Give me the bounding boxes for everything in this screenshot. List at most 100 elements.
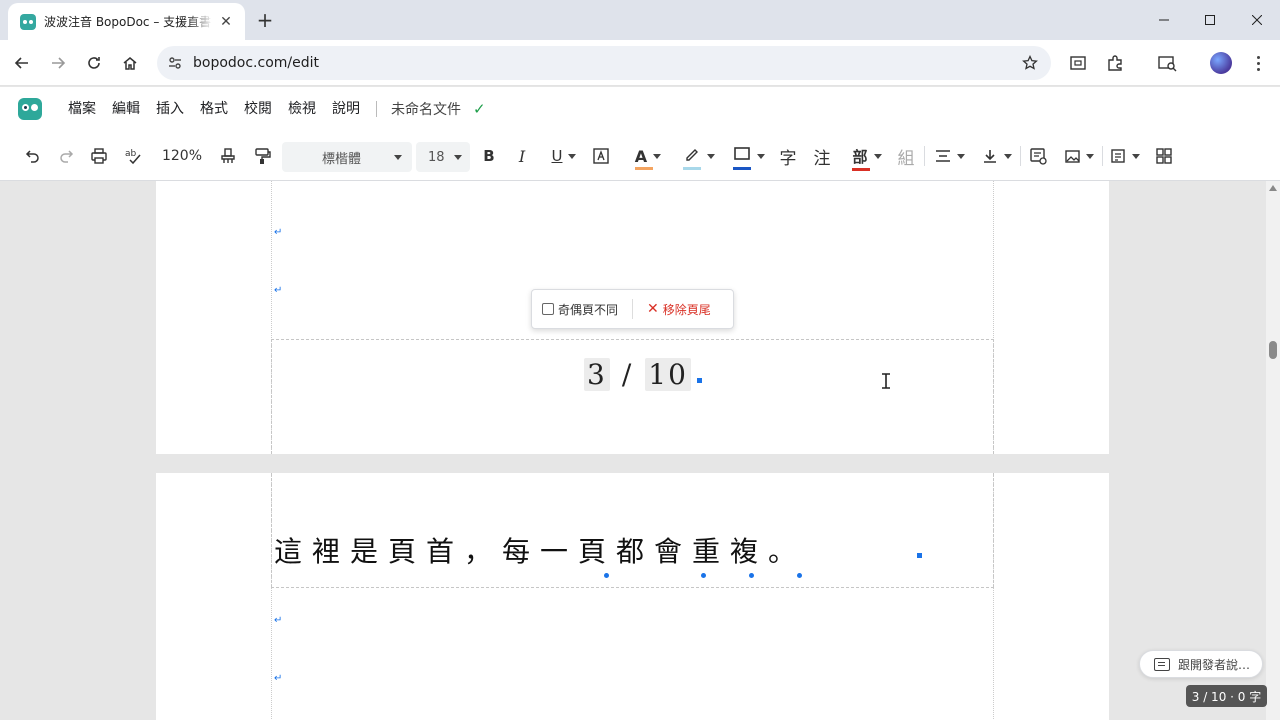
menu-format[interactable]: 格式: [192, 94, 236, 124]
chat-icon: [1154, 657, 1170, 671]
bopodoc-logo-icon[interactable]: [18, 98, 42, 120]
extensions-button[interactable]: [1101, 49, 1129, 77]
more-tools-button[interactable]: [1153, 143, 1175, 169]
redo-icon: [60, 150, 74, 163]
zhuyin-button[interactable]: 注: [811, 143, 833, 169]
menu-edit[interactable]: 編輯: [104, 94, 148, 124]
back-button[interactable]: [8, 49, 36, 77]
font-size-select[interactable]: 18: [416, 142, 470, 172]
puzzle-icon: [1108, 55, 1122, 71]
minimize-icon: [1159, 19, 1169, 21]
page-layout-button[interactable]: [1110, 143, 1140, 169]
page[interactable]: 這裡是頁首，每一頁都會重複。 ↵ ↵: [156, 473, 1109, 720]
radical-color-button[interactable]: 部: [846, 143, 888, 171]
popup-divider: [632, 299, 634, 319]
image-icon: [1065, 150, 1080, 163]
chevron-down-icon: [653, 153, 662, 159]
vertical-scrollbar[interactable]: [1266, 181, 1280, 720]
maximize-icon: [1205, 15, 1215, 25]
font-family-select[interactable]: 標楷體: [282, 142, 412, 172]
undo-icon: [25, 150, 39, 163]
header-text[interactable]: 這裡是頁首，每一頁都會重複。: [274, 530, 806, 570]
odd-even-checkbox[interactable]: [542, 303, 554, 315]
toolbar-divider: [924, 146, 925, 166]
address-bar[interactable]: bopodoc.com/edit: [157, 46, 1051, 80]
site-settings-icon[interactable]: [165, 53, 185, 73]
radical-icon: 部: [852, 146, 871, 171]
spellcheck-button[interactable]: ab: [122, 143, 146, 169]
screen-capture-icon: [1070, 56, 1086, 70]
undo-button[interactable]: [22, 143, 44, 169]
underline-button[interactable]: U: [544, 143, 584, 169]
forward-button[interactable]: [44, 49, 72, 77]
bookmark-star-icon[interactable]: [1019, 52, 1041, 74]
text-color-button[interactable]: A: [627, 143, 669, 170]
app-menu-bar: 檔案 編輯 插入 格式 校閱 檢視 說明 未命名文件 ✓: [0, 87, 1280, 131]
text-color-icon: A: [634, 147, 653, 170]
scroll-thumb[interactable]: [1269, 341, 1277, 359]
document-canvas[interactable]: ↵ ↵ 3 / 10 這裡是頁首，每一頁都會重複。 ↵ ↵: [0, 181, 1266, 720]
browser-menu-button[interactable]: [1247, 52, 1269, 74]
printer-icon: [91, 148, 107, 164]
browser-tab[interactable]: 波波注音 BopoDoc – 支援直書 ✕: [8, 3, 245, 40]
status-badge: 3 / 10 · 0 字: [1186, 685, 1267, 707]
chevron-down-icon: [873, 153, 882, 159]
download-arrow-icon: [984, 150, 996, 163]
highlighter-icon: [683, 146, 701, 170]
insert-image-button[interactable]: [1064, 143, 1094, 169]
browser-tab-bar: 波波注音 BopoDoc – 支援直書 ✕ +: [0, 0, 1280, 40]
menu-help[interactable]: 說明: [324, 94, 368, 124]
paint-roller-icon: [255, 148, 271, 164]
menu-file[interactable]: 檔案: [60, 94, 104, 124]
zoom-level[interactable]: 120%: [160, 143, 204, 169]
window-minimize-button[interactable]: [1141, 0, 1187, 40]
browser-toolbar: bopodoc.com/edit: [0, 40, 1280, 86]
svg-text:ab: ab: [125, 149, 137, 159]
chevron-down-icon: [1086, 153, 1094, 159]
paragraph-mark-icon: ↵: [274, 285, 283, 296]
clear-format-button[interactable]: [250, 143, 274, 169]
tab-close-icon[interactable]: ✕: [217, 13, 235, 31]
menu-review[interactable]: 校閱: [236, 94, 280, 124]
align-button[interactable]: [935, 143, 965, 169]
window-maximize-button[interactable]: [1187, 0, 1233, 40]
font-size-value: 18: [428, 149, 445, 165]
close-icon: [1252, 15, 1262, 25]
character-button[interactable]: 字: [777, 143, 799, 169]
screenshot-button[interactable]: [1064, 49, 1092, 77]
compose-button[interactable]: 組: [895, 143, 917, 169]
menu-divider: [376, 101, 377, 117]
new-tab-button[interactable]: +: [254, 9, 276, 31]
window-close-button[interactable]: [1234, 0, 1280, 40]
format-paint-button[interactable]: [216, 143, 240, 169]
line-spacing-button[interactable]: [982, 143, 1012, 169]
remove-footer-button[interactable]: ✕ 移除頁尾: [647, 301, 711, 318]
menu-view[interactable]: 檢視: [280, 94, 324, 124]
border-color-button[interactable]: [729, 143, 769, 170]
print-button[interactable]: [88, 143, 110, 169]
home-button[interactable]: [116, 49, 144, 77]
page-layout-icon: [1111, 149, 1125, 163]
paragraph-end-marker: [917, 553, 922, 558]
scroll-up-icon[interactable]: [1269, 185, 1277, 191]
reload-button[interactable]: [80, 49, 108, 77]
paragraph-mark-icon: ↵: [274, 615, 283, 626]
current-page-number: 3: [584, 358, 610, 391]
chevron-down-icon: [454, 154, 462, 160]
page-footer[interactable]: [271, 339, 994, 454]
odd-even-label[interactable]: 奇偶頁不同: [558, 301, 618, 318]
remove-footer-label: 移除頁尾: [662, 302, 711, 317]
underline-label: U: [551, 147, 563, 165]
document-title[interactable]: 未命名文件: [385, 99, 467, 119]
redo-button[interactable]: [55, 143, 77, 169]
menu-insert[interactable]: 插入: [148, 94, 192, 124]
page-number-field[interactable]: 3 / 10: [584, 358, 702, 391]
cast-search-button[interactable]: [1153, 49, 1181, 77]
highlight-color-button[interactable]: [679, 143, 719, 170]
comment-button[interactable]: [1027, 143, 1049, 169]
bold-button[interactable]: B: [478, 143, 500, 169]
text-box-button[interactable]: [590, 143, 612, 169]
feedback-button[interactable]: 跟開發者說…: [1139, 650, 1263, 678]
italic-button[interactable]: I: [511, 143, 533, 169]
profile-avatar[interactable]: [1210, 52, 1232, 74]
